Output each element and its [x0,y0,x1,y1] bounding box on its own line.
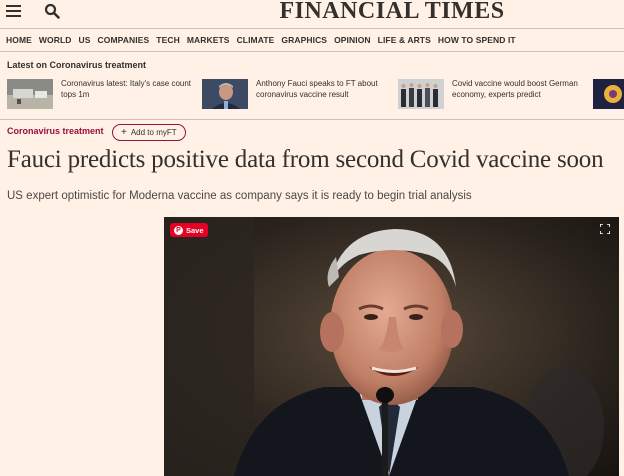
story-headline[interactable]: Coronavirus latest: Italy's case count t… [61,79,201,100]
story-thumbnail [7,79,53,109]
article-standfirst: US expert optimistic for Moderna vaccine… [7,190,472,202]
topic-link[interactable]: Coronavirus treatment [7,126,104,136]
latest-section-title: Latest on Coronavirus treatment [7,60,147,70]
story-italy[interactable]: Coronavirus latest: Italy's case count t… [7,79,201,115]
story-germany[interactable]: Covid vaccine would boost German economy… [398,79,592,115]
story-thumbnail [398,79,444,109]
nav-item-companies[interactable]: COMPANIES [98,35,150,45]
pinterest-icon: P [174,225,183,235]
nav-item-life-arts[interactable]: LIFE & ARTS [378,35,431,45]
nav-item-graphics[interactable]: GRAPHICS [281,35,327,45]
add-to-myft-button[interactable]: + Add to myFT [112,124,186,141]
story-thumbnail [202,79,248,109]
nav-item-how-to-spend-it[interactable]: HOW TO SPEND IT [438,35,516,45]
nav-item-home[interactable]: HOME [6,35,32,45]
nav-item-opinion[interactable]: OPINION [334,35,371,45]
hero-image [164,217,619,476]
story-fauci[interactable]: Anthony Fauci speaks to FT about coronav… [202,79,396,115]
nav-item-tech[interactable]: TECH [156,35,180,45]
pinterest-save-button[interactable]: P Save [170,223,208,237]
plus-icon: + [121,127,127,138]
nav-item-climate[interactable]: CLIMATE [237,35,275,45]
article-headline: Fauci predicts positive data from second… [7,146,604,173]
section-divider [0,119,624,120]
save-label: Save [186,225,204,235]
story-headline[interactable]: Covid vaccine would boost German economy… [452,79,592,100]
masthead-logo[interactable]: FINANCIAL TIMES [0,0,624,25]
add-to-myft-label: Add to myFT [130,128,177,137]
main-nav: HOME WORLD US COMPANIES TECH MARKETS CLI… [0,28,624,52]
story-headline[interactable]: Anthony Fauci speaks to FT about coronav… [256,79,396,100]
story-thumbnail-partial[interactable] [593,79,624,109]
nav-item-world[interactable]: WORLD [39,35,72,45]
nav-item-us[interactable]: US [79,35,91,45]
latest-stories: Coronavirus latest: Italy's case count t… [0,79,624,115]
nav-item-markets[interactable]: MARKETS [187,35,230,45]
top-bar: FINANCIAL TIMES [0,0,624,26]
expand-icon[interactable] [600,224,610,234]
hero-photo-fauci [164,217,619,476]
